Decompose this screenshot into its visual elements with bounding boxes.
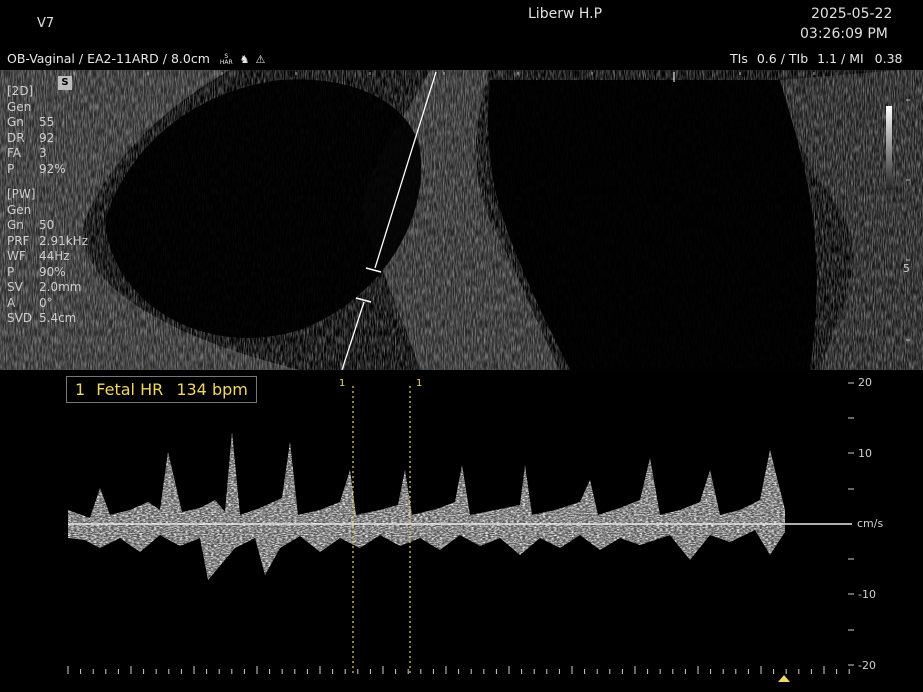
param-row: SV 2.0mm xyxy=(7,280,82,294)
velocity-tick-10: 10 xyxy=(858,447,872,460)
measurement-unit: bpm xyxy=(211,380,248,399)
param-row: A 0° xyxy=(7,295,53,310)
fetal-hr-measurement: 1 Fetal HR 134 bpm xyxy=(66,376,257,403)
param-row: Gn 50 xyxy=(7,218,55,232)
measurement-label: Fetal HR xyxy=(96,380,164,399)
velocity-tick-20: 20 xyxy=(858,376,872,389)
tis-label: TIs xyxy=(730,51,748,66)
depth-mark-label: 5 xyxy=(903,262,910,275)
param-row: Gn 55 xyxy=(7,115,55,129)
mi-label: MI xyxy=(849,51,864,66)
parameter-panel: [2D] Gen Gn 55 DR 92 FA 3 P 92% [PW] Gen Gn 5… xyxy=(7,84,88,327)
system-model-label: V7 xyxy=(37,16,55,31)
fetal-icon: ♞ xyxy=(239,53,250,66)
bmode-image xyxy=(0,70,923,370)
params-2d-header: [2D] xyxy=(7,84,34,98)
tis-value: 0.6 xyxy=(756,51,777,66)
param-row: PRF 2.91kHz xyxy=(7,233,88,248)
caliper-2-label: 1 xyxy=(416,378,423,389)
mi-value: 0.38 xyxy=(874,51,903,66)
params-2d-mode: Gen xyxy=(7,99,32,114)
har-icon: S HAR xyxy=(219,53,233,66)
grayscale-bar xyxy=(886,106,892,190)
tib-value: 1.1 xyxy=(817,51,838,66)
tib-label: TIb xyxy=(788,51,809,66)
exam-time: 03:26:09 PM xyxy=(800,26,888,42)
caliper-1-label: 1 xyxy=(339,378,346,389)
param-row: WF 44Hz xyxy=(7,249,70,263)
depth-value: 8.0cm xyxy=(170,51,210,66)
safety-indices: TIs 0.6 / TIb 1.1 / MI 0.38 xyxy=(730,51,903,66)
velocity-unit: cm/s xyxy=(857,517,884,530)
institution-name: Liberw H.P xyxy=(528,6,603,22)
velocity-tick-neg20: -20 xyxy=(858,659,876,672)
doppler-spectrum xyxy=(67,382,854,682)
param-row: SVD 5.4cm xyxy=(7,311,77,325)
sweep-position-marker xyxy=(778,675,790,682)
param-row: DR 92 xyxy=(7,130,55,145)
param-row: P 92% xyxy=(7,161,66,176)
velocity-tick-neg10: -10 xyxy=(858,588,876,601)
param-row: FA 3 xyxy=(7,146,47,160)
measurement-index: 1 xyxy=(75,380,86,399)
probe-info-bar: OB-Vaginal / EA2-11ARD / 8.0cm S HAR ♞ ⚠ xyxy=(7,51,266,66)
param-row: P 90% xyxy=(7,264,66,279)
params-pw-header: [PW] xyxy=(7,187,36,201)
har-label-bottom: HAR xyxy=(219,58,233,66)
warning-icon: ⚠ xyxy=(255,53,266,66)
params-pw-mode: Gen xyxy=(7,202,32,217)
time-axis-ticks xyxy=(67,666,850,674)
preset-name: OB-Vaginal xyxy=(7,51,75,66)
measurement-value: 134 xyxy=(176,380,207,399)
exam-date: 2025-05-22 xyxy=(811,6,893,22)
transducer-name: EA2-11ARD xyxy=(87,51,159,66)
